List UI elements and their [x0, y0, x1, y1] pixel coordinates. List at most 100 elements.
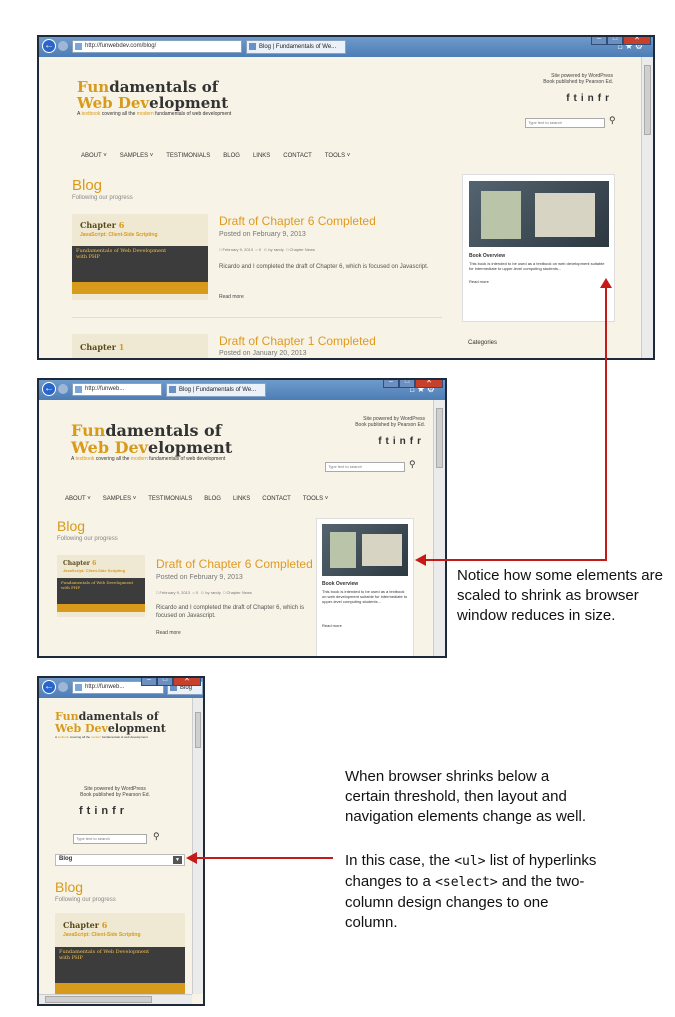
search-icon-3[interactable]: ⚲: [153, 831, 160, 842]
post-title-m[interactable]: Draft of Chapter 6 Completed: [156, 557, 313, 571]
nav-links-2[interactable]: LINKS: [233, 496, 250, 502]
back-button-2[interactable]: ←: [42, 382, 56, 396]
nav-contact-2[interactable]: CONTACT: [262, 496, 291, 502]
nav-select[interactable]: Blog ▼: [55, 854, 185, 866]
nav-contact[interactable]: CONTACT: [283, 153, 312, 159]
scrollbar-3[interactable]: [192, 698, 203, 994]
tab-title-2: Blog | Fundamentals of We...: [179, 387, 257, 393]
nav-blog-2[interactable]: BLOG: [204, 496, 221, 502]
post-thumbnail-2[interactable]: Chapter 1: [72, 334, 208, 358]
site-logo[interactable]: Fundamentals of Web Development A textbo…: [77, 79, 231, 117]
search-icon-2[interactable]: ⚲: [409, 459, 416, 470]
site-tagline-2: A textbook covering all the modern funda…: [71, 456, 226, 462]
post-excerpt-m: Ricardo and I completed the draft of Cha…: [156, 605, 305, 619]
window-controls-3: – □ ✕: [141, 678, 201, 686]
book-image[interactable]: [469, 181, 609, 247]
facebook-icon-3[interactable]: f: [79, 805, 87, 817]
address-bar[interactable]: http://funwebdev.com/blog/: [72, 40, 242, 53]
book-image-m[interactable]: [322, 524, 408, 576]
window-controls-2: – □ ✕: [383, 380, 443, 388]
post-title-2[interactable]: Draft of Chapter 1 Completed: [219, 334, 376, 348]
horizontal-scrollbar[interactable]: [39, 994, 192, 1004]
annotation-ul-select: In this case, the <ul> list of hyperlink…: [345, 852, 597, 931]
maximize-button-3[interactable]: □: [157, 678, 173, 686]
nav-links[interactable]: LINKS: [253, 153, 270, 159]
twitter-icon[interactable]: t: [574, 93, 581, 104]
search-icon[interactable]: ⚲: [609, 115, 616, 126]
nav-about[interactable]: ABOUT ˅: [81, 153, 107, 159]
book-overview-title: Book Overview: [469, 253, 506, 259]
post-date-2: Posted on January 20, 2013: [219, 350, 307, 357]
nav-about-2[interactable]: ABOUT ˅: [65, 496, 91, 502]
book-read-more-m[interactable]: Read more: [322, 623, 342, 628]
blog-subheading-3: Following our progress: [55, 897, 116, 903]
post-date-m: Posted on February 9, 2013: [156, 574, 243, 581]
blog-heading-2: Blog: [57, 518, 86, 534]
read-more-link[interactable]: Read more: [219, 294, 244, 300]
blog-heading: Blog: [72, 177, 103, 194]
screenshot-large: ← http://funwebdev.com/blog/ Blog | Fund…: [37, 35, 655, 360]
social-links-3: ftinfr: [79, 805, 128, 817]
maximize-button-2[interactable]: □: [399, 380, 415, 388]
nav-samples[interactable]: SAMPLES ˅: [120, 153, 154, 159]
post-thumbnail-s[interactable]: Chapter 6 JavaScript: Client-Side Script…: [55, 913, 185, 1001]
search-input[interactable]: Type text to search: [525, 118, 605, 128]
screenshot-medium: ← http://funweb... Blog | Fundamentals o…: [37, 378, 447, 658]
divider: [72, 317, 442, 318]
forward-button[interactable]: [58, 41, 68, 51]
friendfeed-icon[interactable]: fr: [598, 93, 613, 104]
scrollbar[interactable]: [641, 57, 653, 358]
arrowhead-left-icon: [415, 554, 426, 566]
maximize-button[interactable]: □: [607, 37, 623, 45]
scrollbar-2[interactable]: [433, 400, 445, 656]
nav-testimonials[interactable]: TESTIMONIALS: [166, 153, 210, 159]
friendfeed-icon-3[interactable]: fr: [112, 805, 128, 817]
post-thumbnail-m[interactable]: Chapter 6 JavaScript: Client-Side Script…: [57, 555, 145, 617]
book-overview-text: This book is intended to be used as a te…: [469, 261, 605, 271]
post-title[interactable]: Draft of Chapter 6 Completed: [219, 214, 376, 228]
close-button[interactable]: ✕: [623, 37, 651, 45]
post-date: Posted on February 9, 2013: [219, 231, 306, 238]
screenshot-small: ← http://funweb... Blog – □ ✕ Fundamenta…: [37, 676, 205, 1006]
friendfeed-icon-2[interactable]: fr: [410, 436, 425, 447]
annotation-arrow-line: [605, 283, 607, 560]
browser-tab[interactable]: Blog | Fundamentals of We...: [246, 40, 346, 54]
back-button[interactable]: ←: [42, 39, 56, 53]
read-more-link-m[interactable]: Read more: [156, 630, 181, 636]
dropdown-arrow-icon[interactable]: ▼: [173, 856, 182, 864]
forward-button-2[interactable]: [58, 384, 68, 394]
linkedin-icon-2[interactable]: in: [393, 436, 410, 447]
nav-tools-2[interactable]: TOOLS ˅: [303, 496, 328, 502]
minimize-button-3[interactable]: –: [141, 678, 157, 686]
window-controls: – □ ✕: [591, 37, 651, 45]
nav-select-value: Blog: [59, 856, 73, 862]
twitter-icon-2[interactable]: t: [386, 436, 393, 447]
nav-blog[interactable]: BLOG: [223, 153, 240, 159]
browser-tab-2[interactable]: Blog | Fundamentals of We...: [166, 383, 266, 397]
address-bar-2[interactable]: http://funweb...: [72, 383, 162, 396]
book-read-more[interactable]: Read more: [469, 279, 489, 284]
forward-button-3[interactable]: [58, 682, 68, 692]
close-button-3[interactable]: ✕: [173, 678, 201, 686]
linkedin-icon[interactable]: in: [581, 93, 598, 104]
annotation-arrow-line-2: [196, 857, 333, 859]
nav-testimonials-2[interactable]: TESTIMONIALS: [148, 496, 192, 502]
nav-samples-2[interactable]: SAMPLES ˅: [103, 496, 137, 502]
search-input-3[interactable]: Type text to search: [73, 834, 147, 844]
nav-tools[interactable]: TOOLS ˅: [325, 153, 350, 159]
facebook-icon[interactable]: f: [566, 93, 573, 104]
site-logo-3[interactable]: Fundamentals of Web Development A textbo…: [55, 711, 166, 740]
back-button-3[interactable]: ←: [42, 680, 56, 694]
search-input-2[interactable]: Type text to search: [325, 462, 405, 472]
site-tagline-3: A textbook covering all the modern funda…: [55, 735, 148, 739]
book-overview-title-m: Book Overview: [322, 581, 359, 587]
linkedin-icon-3[interactable]: in: [94, 805, 112, 817]
close-button-2[interactable]: ✕: [415, 380, 443, 388]
post-excerpt: Ricardo and I completed the draft of Cha…: [219, 264, 429, 270]
facebook-icon-2[interactable]: f: [378, 436, 385, 447]
site-logo-2[interactable]: Fundamentals of Web Development A textbo…: [71, 422, 232, 462]
minimize-button-2[interactable]: –: [383, 380, 399, 388]
powered-by: Site powered by WordPress Book published …: [543, 73, 613, 85]
minimize-button[interactable]: –: [591, 37, 607, 45]
post-thumbnail[interactable]: Chapter 6 JavaScript: Client-Side Script…: [72, 214, 208, 300]
